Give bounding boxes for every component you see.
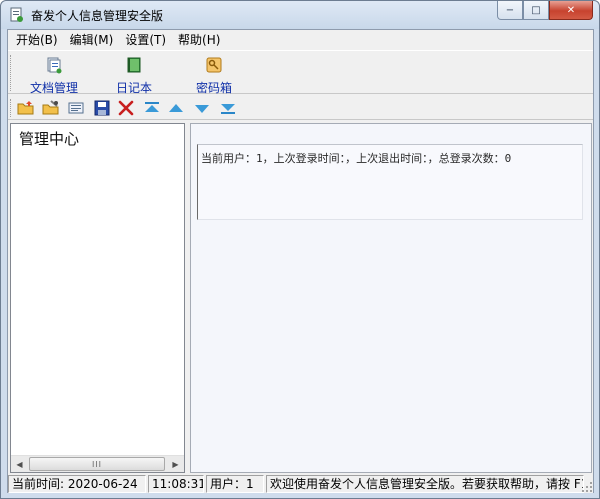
documents-icon	[47, 57, 62, 74]
move-bottom-button[interactable]	[218, 99, 238, 117]
move-top-icon	[145, 102, 159, 112]
open-button[interactable]	[16, 99, 36, 117]
maximize-button[interactable]: □	[523, 1, 549, 20]
scroll-right-button[interactable]: ▶	[167, 456, 184, 472]
move-up-button[interactable]	[166, 99, 186, 117]
move-down-button[interactable]	[192, 99, 212, 117]
menu-settings[interactable]: 设置(T)	[119, 31, 172, 49]
delete-icon	[118, 100, 134, 116]
app-window: 奋发个人信息管理安全版 − □ ✕ 开始(B) 编辑(M) 设置(T) 帮助(H…	[0, 0, 600, 499]
status-user: 用户：1	[206, 475, 264, 493]
notebook-button[interactable]: 日记本	[98, 55, 170, 95]
menu-start[interactable]: 开始(B)	[10, 31, 64, 49]
documents-button[interactable]: 文档管理	[18, 55, 90, 95]
scroll-thumb[interactable]: III	[29, 457, 165, 471]
documents-label: 文档管理	[29, 81, 78, 95]
scroll-grip-icon: III	[91, 459, 103, 469]
open-folder-icon	[17, 101, 34, 115]
app-icon	[10, 7, 23, 22]
move-top-button[interactable]	[142, 99, 162, 117]
list-icon	[68, 102, 84, 114]
scroll-left-button[interactable]: ◀	[11, 456, 28, 472]
scroll-right-icon: ▶	[172, 459, 179, 469]
password-box-button[interactable]: 密码箱	[178, 55, 250, 95]
folder-tools-icon	[42, 100, 59, 115]
password-box-label: 密码箱	[195, 81, 232, 95]
maximize-icon: □	[531, 4, 541, 16]
user-info-box[interactable]: 当前用户：1，上次登录时间：，上次退出时间：，总登录次数：0	[197, 144, 583, 220]
minimize-button[interactable]: −	[497, 1, 523, 20]
resize-grip-icon[interactable]	[581, 481, 593, 493]
status-time: 11:08:31	[148, 475, 204, 493]
move-up-icon	[169, 104, 183, 112]
title-bar[interactable]: 奋发个人信息管理安全版 − □ ✕	[1, 1, 599, 29]
close-icon: ✕	[566, 4, 576, 16]
save-icon	[94, 100, 110, 116]
key-icon	[206, 57, 222, 73]
toolbar-grip[interactable]	[10, 55, 13, 91]
save-button[interactable]	[92, 99, 112, 117]
window-controls: − □ ✕	[497, 1, 593, 21]
main-toolbar: 文档管理 日记本 密码箱	[8, 50, 593, 95]
menu-edit[interactable]: 编辑(M)	[64, 31, 120, 49]
content-pane: 当前用户：1，上次登录时间：，上次退出时间：，总登录次数：0	[190, 123, 592, 473]
toolbar-grip[interactable]	[10, 99, 13, 117]
edit-toolbar	[8, 96, 593, 120]
scroll-left-icon: ◀	[16, 459, 23, 469]
window-title: 奋发个人信息管理安全版	[31, 9, 164, 23]
move-down-icon	[195, 105, 209, 113]
user-info-text: 当前用户：1，上次登录时间：，上次退出时间：，总登录次数：0	[201, 152, 512, 165]
status-date: 当前时间: 2020-06-24	[8, 475, 146, 493]
menu-help[interactable]: 帮助(H)	[172, 31, 226, 49]
notebook-icon	[127, 57, 141, 73]
status-bar: 当前时间: 2020-06-24 11:08:31 用户：1 欢迎使用奋发个人信…	[8, 475, 593, 493]
client-area: 开始(B) 编辑(M) 设置(T) 帮助(H) 文档管理 日记本 密码箱 管理中…	[7, 29, 594, 493]
notebook-label: 日记本	[115, 81, 152, 95]
menu-bar: 开始(B) 编辑(M) 设置(T) 帮助(H)	[8, 30, 593, 49]
tree-view[interactable]: 管理中心 ◀ III ▶	[10, 123, 185, 473]
folder-tools-button[interactable]	[41, 99, 61, 117]
delete-button[interactable]	[116, 99, 136, 117]
horizontal-scrollbar[interactable]: ◀ III ▶	[11, 455, 184, 472]
tree-root-item[interactable]: 管理中心	[19, 128, 79, 149]
minimize-icon: −	[505, 4, 515, 16]
move-bottom-icon	[221, 104, 235, 114]
list-button[interactable]	[66, 99, 86, 117]
status-message: 欢迎使用奋发个人信息管理安全版。若要获取帮助，请按 F1	[266, 475, 584, 493]
close-button[interactable]: ✕	[549, 1, 593, 20]
